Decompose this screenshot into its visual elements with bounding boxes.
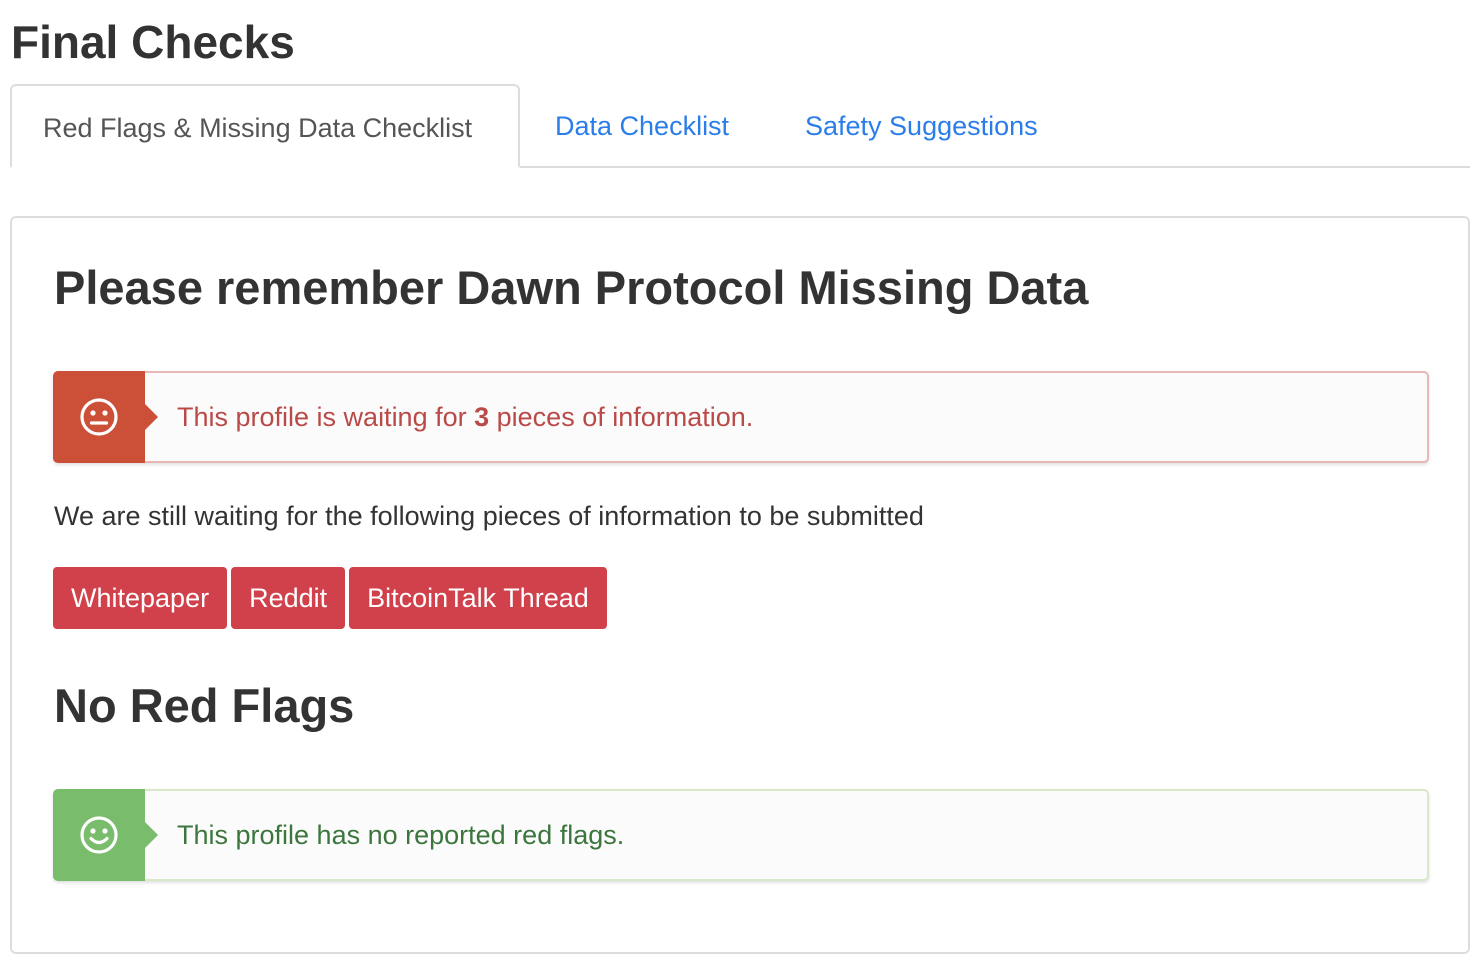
red-flags-heading: No Red Flags	[54, 679, 355, 732]
waiting-text: We are still waiting for the following p…	[54, 501, 924, 531]
tab-content-panel: Please remember Dawn Protocol Missing Da…	[10, 216, 1470, 954]
missing-item-bitcointalk-thread[interactable]: BitcoinTalk Thread	[349, 567, 607, 629]
red-flags-alert: This profile has no reported red flags.	[53, 789, 1429, 881]
tab-bar: Red Flags & Missing Data Checklist Data …	[10, 84, 1470, 168]
missing-item-reddit[interactable]: Reddit	[231, 567, 346, 629]
neutral-face-icon	[80, 398, 118, 436]
alert-icon-box	[53, 371, 158, 463]
missing-data-alert: This profile is waiting for 3 pieces of …	[53, 371, 1429, 463]
alert-text-suffix: pieces of information.	[489, 402, 754, 432]
missing-items-list: Whitepaper Reddit BitcoinTalk Thread	[53, 567, 611, 629]
tab-red-flags-missing-data[interactable]: Red Flags & Missing Data Checklist	[10, 84, 520, 168]
tab-safety-suggestions[interactable]: Safety Suggestions	[805, 84, 1038, 168]
missing-item-whitepaper[interactable]: Whitepaper	[53, 567, 228, 629]
missing-count: 3	[474, 402, 490, 432]
missing-data-alert-text: This profile is waiting for 3 pieces of …	[177, 373, 753, 461]
smile-face-icon	[80, 816, 118, 854]
red-flags-alert-text: This profile has no reported red flags.	[177, 820, 625, 850]
tab-data-checklist[interactable]: Data Checklist	[555, 84, 729, 168]
missing-data-heading: Please remember Dawn Protocol Missing Da…	[54, 261, 1089, 314]
page-title: Final Checks	[11, 16, 295, 68]
alert-text-prefix: This profile is waiting for	[177, 402, 475, 432]
alert-icon-box	[53, 789, 158, 881]
page: Final Checks Red Flags & Missing Data Ch…	[0, 0, 1484, 968]
